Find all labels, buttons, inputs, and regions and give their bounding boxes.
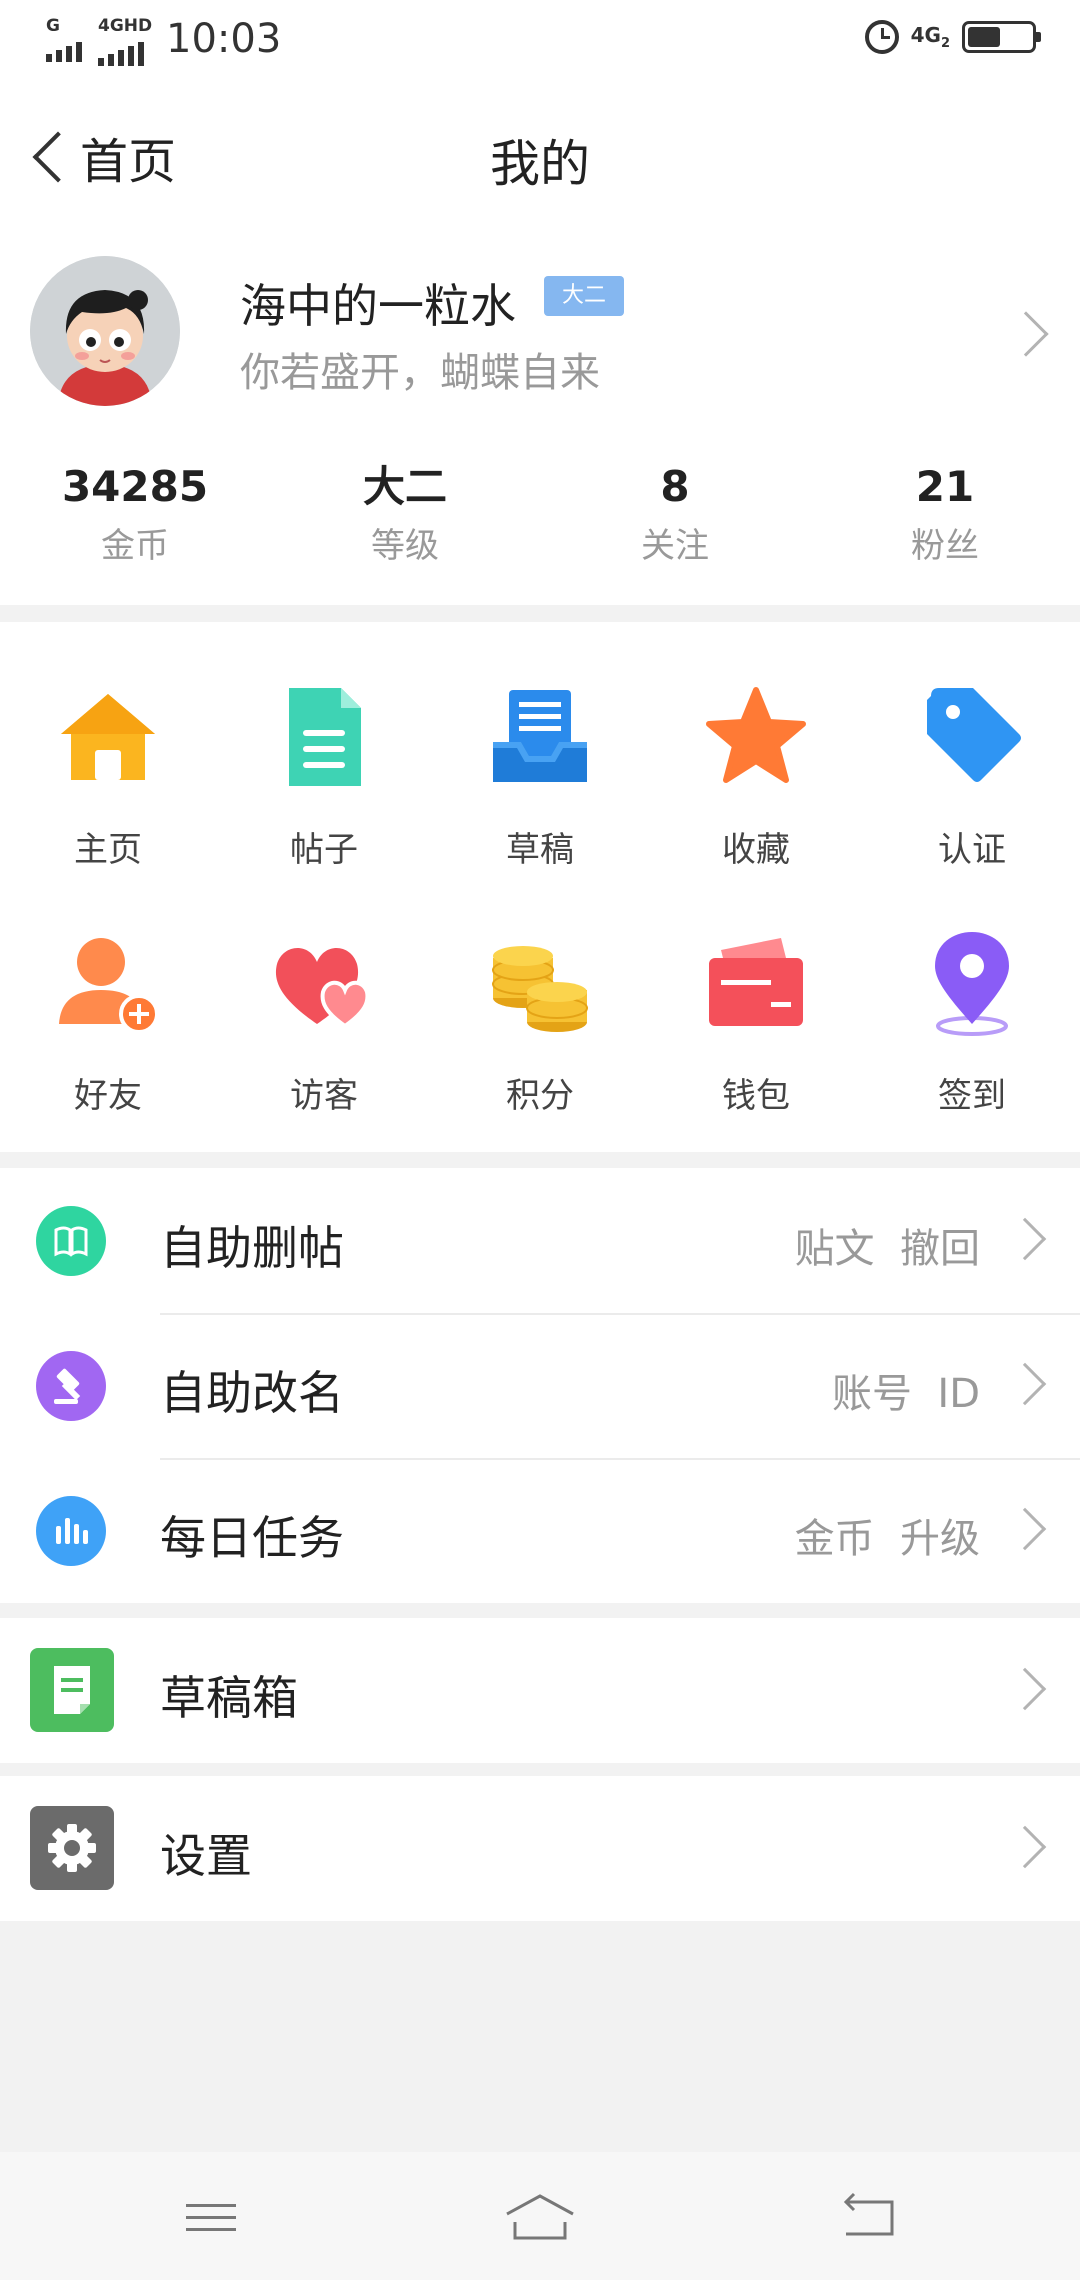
post-document-icon bbox=[269, 682, 379, 792]
network-sim-label: 2 bbox=[940, 35, 950, 51]
list-item-extra: 账号 ID bbox=[831, 1371, 980, 1417]
list-item-daily-tasks[interactable]: 每日任务 金币 升级 bbox=[0, 1458, 1080, 1603]
tools-list: 自助删帖 贴文 撤回 自助改名 账号 ID 每日任务 金币 升级 bbox=[0, 1168, 1080, 1603]
profile-card: 海中的一粒水 大二 你若盛开，蝴蝶自来 34285 金币 大二 等级 8 关注 … bbox=[0, 230, 1080, 605]
grid-label: 钱包 bbox=[722, 1076, 790, 1116]
chevron-right-icon bbox=[1003, 1825, 1047, 1869]
grid-item-wallet[interactable]: 钱包 bbox=[648, 928, 864, 1117]
user-signature: 你若盛开，蝴蝶自来 bbox=[240, 350, 600, 396]
star-icon bbox=[701, 682, 811, 792]
stat-following[interactable]: 8 关注 bbox=[540, 462, 810, 567]
grid-label: 积分 bbox=[506, 1076, 574, 1116]
signal-type-label: G bbox=[46, 16, 60, 36]
stat-value: 34285 bbox=[61, 462, 209, 511]
gavel-icon bbox=[36, 1351, 106, 1421]
menu-button[interactable] bbox=[166, 2182, 256, 2252]
wallet-card-icon bbox=[701, 928, 811, 1038]
grid-item-drafts[interactable]: 草稿 bbox=[432, 682, 648, 871]
signal-strength-icon-2: 4GHD bbox=[98, 18, 152, 66]
stat-label: 关注 bbox=[641, 526, 709, 567]
level-badge: 大二 bbox=[544, 276, 624, 316]
network-type-icon: 4G2 bbox=[911, 25, 950, 50]
battery-icon bbox=[962, 21, 1041, 53]
home-icon bbox=[53, 682, 163, 792]
status-bar: G 4GHD 10:03 4G2 bbox=[0, 0, 1080, 84]
grid-label: 帖子 bbox=[290, 830, 358, 870]
list-item-title: 每日任务 bbox=[160, 1511, 344, 1565]
page-title: 我的 bbox=[490, 135, 590, 193]
avatar[interactable] bbox=[30, 256, 180, 406]
alarm-clock-icon bbox=[864, 20, 899, 54]
visitor-hearts-icon bbox=[269, 928, 379, 1038]
grid-label: 草稿 bbox=[506, 830, 574, 870]
list-item-title: 自助改名 bbox=[160, 1366, 344, 1420]
grid-label: 主页 bbox=[74, 830, 142, 870]
stat-fans[interactable]: 21 粉丝 bbox=[810, 462, 1080, 567]
grid-label: 认证 bbox=[938, 830, 1006, 870]
status-time: 10:03 bbox=[166, 16, 282, 62]
list-item-settings[interactable]: 设置 bbox=[0, 1776, 1080, 1921]
stat-coins[interactable]: 34285 金币 bbox=[0, 462, 270, 567]
list-item-draft-box[interactable]: 草稿箱 bbox=[0, 1618, 1080, 1763]
list-item-rename[interactable]: 自助改名 账号 ID bbox=[0, 1313, 1080, 1458]
coins-icon bbox=[485, 928, 595, 1038]
gear-icon bbox=[30, 1806, 114, 1890]
grid-label: 访客 bbox=[290, 1076, 358, 1116]
list-item-title: 设置 bbox=[160, 1829, 252, 1883]
chevron-right-icon bbox=[1003, 1667, 1047, 1711]
list-item-delete-post[interactable]: 自助删帖 贴文 撤回 bbox=[0, 1168, 1080, 1313]
bar-chart-icon bbox=[36, 1496, 106, 1566]
chevron-right-icon bbox=[1003, 1507, 1047, 1551]
top-nav: 首页 我的 bbox=[0, 84, 1080, 230]
list-item-extra: 贴文 撤回 bbox=[794, 1226, 980, 1272]
list-item-title: 自助删帖 bbox=[160, 1221, 344, 1275]
home-outline-icon bbox=[506, 2194, 574, 2240]
grid-item-checkin[interactable]: 签到 bbox=[864, 928, 1080, 1117]
back-arrow-icon bbox=[843, 2192, 894, 2236]
stat-value: 21 bbox=[915, 462, 975, 511]
stats-row: 34285 金币 大二 等级 8 关注 21 粉丝 bbox=[0, 462, 1080, 567]
signal-type-label-2: 4GHD bbox=[98, 16, 153, 36]
grid-item-posts[interactable]: 帖子 bbox=[216, 682, 432, 871]
draft-box-icon bbox=[30, 1648, 114, 1732]
signal-strength-icon: G bbox=[46, 18, 82, 62]
username: 海中的一粒水 bbox=[240, 279, 516, 333]
grid-label: 签到 bbox=[938, 1076, 1006, 1116]
draft-box-group: 草稿箱 bbox=[0, 1618, 1080, 1763]
draft-tray-icon bbox=[485, 682, 595, 792]
stat-label: 金币 bbox=[101, 526, 169, 567]
network-type-label: 4G bbox=[910, 22, 941, 47]
chevron-right-icon bbox=[1003, 1217, 1047, 1261]
list-item-extra: 金币 升级 bbox=[794, 1516, 980, 1562]
stat-label: 等级 bbox=[371, 526, 439, 567]
back-nav-button[interactable] bbox=[824, 2182, 914, 2252]
grid-item-certify[interactable]: 认证 bbox=[864, 682, 1080, 871]
grid-item-favorites[interactable]: 收藏 bbox=[648, 682, 864, 871]
stat-label: 粉丝 bbox=[911, 526, 979, 567]
grid-label: 收藏 bbox=[722, 830, 790, 870]
chevron-right-icon bbox=[1003, 1362, 1047, 1406]
tag-icon bbox=[917, 682, 1027, 792]
feature-grid: 主页 帖子 草稿 收藏 认证 好友 访客 积分 钱包 签到 bbox=[0, 622, 1080, 1152]
grid-item-friends[interactable]: 好友 bbox=[0, 928, 216, 1117]
menu-icon bbox=[186, 2204, 236, 2231]
add-friend-icon bbox=[53, 928, 163, 1038]
grid-item-home[interactable]: 主页 bbox=[0, 682, 216, 871]
stat-value: 8 bbox=[660, 462, 690, 511]
chevron-right-icon[interactable] bbox=[1003, 311, 1049, 357]
book-icon bbox=[36, 1206, 106, 1276]
grid-item-visitors[interactable]: 访客 bbox=[216, 928, 432, 1117]
system-nav-bar bbox=[0, 2152, 1080, 2280]
settings-group: 设置 bbox=[0, 1776, 1080, 1921]
grid-item-points[interactable]: 积分 bbox=[432, 928, 648, 1117]
stat-level[interactable]: 大二 等级 bbox=[270, 462, 540, 567]
stat-value: 大二 bbox=[362, 462, 447, 511]
list-item-title: 草稿箱 bbox=[160, 1671, 298, 1725]
grid-label: 好友 bbox=[74, 1076, 142, 1116]
home-button[interactable] bbox=[495, 2182, 585, 2252]
location-pin-icon bbox=[917, 928, 1027, 1038]
